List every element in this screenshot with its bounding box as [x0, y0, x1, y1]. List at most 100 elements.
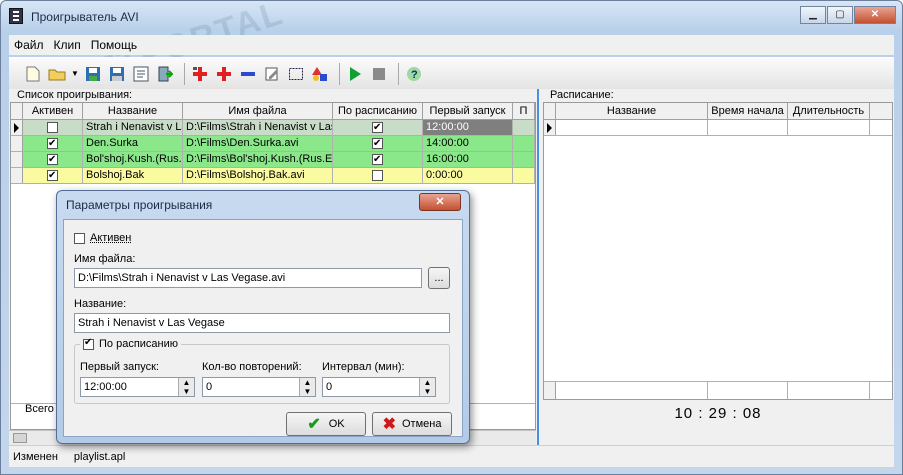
- scheduled-checkbox[interactable]: [372, 120, 383, 135]
- active-checkbox[interactable]: [47, 168, 58, 183]
- row-indicator: [11, 136, 23, 151]
- repeat-count-label: Кол-во повторений:: [202, 361, 302, 373]
- name-cell: Bolshoj.Bak: [83, 168, 183, 183]
- active-checkbox[interactable]: [47, 121, 58, 133]
- edit-icon[interactable]: [262, 64, 282, 84]
- save-as-icon[interactable]: [107, 64, 127, 84]
- col-schedule-name[interactable]: Название: [556, 103, 708, 119]
- row-indicator-header: [11, 103, 23, 119]
- stop-icon[interactable]: [369, 64, 389, 84]
- scheduled-cell[interactable]: [333, 152, 423, 167]
- save-icon[interactable]: [83, 64, 103, 84]
- active-cell[interactable]: [23, 120, 83, 135]
- dropdown-arrow-icon[interactable]: ▼: [71, 64, 79, 84]
- filename-cell: D:\Films\Bol'shoj.Kush.(Rus.En: [183, 152, 333, 167]
- scroll-thumb[interactable]: [13, 433, 27, 443]
- name-cell: Strah i Nenavist v La: [83, 120, 183, 135]
- filename-cell: D:\Films\Strah i Nenavist v Las: [183, 120, 333, 135]
- active-checkbox-row[interactable]: Активен: [74, 232, 131, 244]
- dialog-close-button[interactable]: ✕: [419, 193, 461, 211]
- status-state: Изменен: [13, 450, 58, 463]
- status-bar: Изменен playlist.apl: [9, 445, 894, 467]
- scheduled-cell[interactable]: [333, 136, 423, 151]
- shapes-icon[interactable]: [310, 64, 330, 84]
- scheduled-checkbox[interactable]: [83, 337, 94, 350]
- add-clip-icon[interactable]: [190, 64, 210, 84]
- name-label: Название:: [74, 298, 127, 310]
- clock-display: 10 : 29 : 08: [674, 405, 762, 422]
- scheduled-cell[interactable]: [333, 120, 423, 135]
- playlist-row[interactable]: Strah i Nenavist v La D:\Films\Strah i Ne…: [11, 120, 535, 136]
- name-field[interactable]: Strah i Nenavist v Las Vegase: [74, 313, 450, 333]
- scheduled-checkbox[interactable]: [372, 136, 383, 151]
- help-icon[interactable]: ?: [404, 64, 424, 84]
- repeat-count-field[interactable]: 0 ▲ ▼: [202, 377, 316, 397]
- schedule-row[interactable]: [544, 120, 892, 136]
- row-indicator-header: [544, 103, 556, 119]
- first-run-cell: 14:00:00: [423, 136, 513, 151]
- filename-field[interactable]: D:\Films\Strah i Nenavist v Las Vegase.a…: [74, 268, 422, 288]
- scheduled-cell[interactable]: [333, 168, 423, 183]
- first-run-spinner[interactable]: ▲ ▼: [178, 378, 194, 396]
- schedule-label: Расписание:: [550, 89, 614, 101]
- cancel-button[interactable]: ✖ Отмена: [372, 412, 452, 436]
- col-scheduled[interactable]: По расписанию: [333, 103, 423, 119]
- active-checkbox[interactable]: [47, 136, 58, 151]
- extra-cell: [513, 136, 535, 151]
- scheduled-checkbox-row[interactable]: По расписанию: [80, 337, 182, 350]
- remove-icon[interactable]: [238, 64, 258, 84]
- repeat-count-spinner[interactable]: ▲ ▼: [299, 378, 315, 396]
- extra-cell: [513, 120, 535, 135]
- menu-help[interactable]: Помощь: [86, 38, 142, 52]
- current-row-indicator: [11, 120, 23, 135]
- active-cell[interactable]: [23, 136, 83, 151]
- active-cell[interactable]: [23, 168, 83, 183]
- schedule-grid[interactable]: Название Время начала Длительность: [543, 102, 893, 400]
- playback-params-dialog: Параметры проигрывания ✕ Активен Имя фай…: [56, 190, 470, 444]
- select-icon[interactable]: [286, 64, 306, 84]
- scheduled-label: По расписанию: [99, 338, 179, 350]
- cancel-label: Отмена: [401, 418, 442, 430]
- play-icon[interactable]: [345, 64, 365, 84]
- playlist-row[interactable]: Bol'shoj.Kush.(Rus.ED:\Films\Bol'shoj.Ku…: [11, 152, 535, 168]
- row-indicator: [11, 152, 23, 167]
- browse-button[interactable]: ...: [428, 267, 450, 289]
- active-cell[interactable]: [23, 152, 83, 167]
- status-file: playlist.apl: [73, 450, 126, 463]
- menu-file[interactable]: Файл: [9, 38, 49, 52]
- col-first-run[interactable]: Первый запуск: [423, 103, 513, 119]
- scheduled-checkbox[interactable]: [372, 169, 383, 181]
- active-checkbox[interactable]: [74, 232, 85, 244]
- col-filename[interactable]: Имя файла: [183, 103, 333, 119]
- col-duration[interactable]: Длительность: [788, 103, 870, 119]
- playlist-row[interactable]: Bolshoj.BakD:\Films\Bolshoj.Bak.avi 0:00:…: [11, 168, 535, 184]
- first-run-field[interactable]: 12:00:00 ▲ ▼: [80, 377, 195, 397]
- menu-clip[interactable]: Клип: [49, 38, 86, 52]
- toolbar-separator: [398, 62, 399, 85]
- open-folder-icon[interactable]: [47, 64, 67, 84]
- active-checkbox[interactable]: [47, 152, 58, 167]
- col-start-time[interactable]: Время начала: [708, 103, 788, 119]
- col-name[interactable]: Название: [83, 103, 183, 119]
- schedule-footer: [544, 381, 892, 399]
- col-more[interactable]: П: [513, 103, 535, 119]
- new-file-icon[interactable]: [23, 64, 43, 84]
- minimize-button[interactable]: ▁: [800, 6, 826, 24]
- add-icon[interactable]: [214, 64, 234, 84]
- properties-icon[interactable]: [131, 64, 151, 84]
- exit-icon[interactable]: [155, 64, 175, 84]
- first-run-label: Первый запуск:: [80, 361, 159, 373]
- toolbar-separator: [339, 62, 340, 85]
- name-cell: Den.Surka: [83, 136, 183, 151]
- interval-field[interactable]: 0 ▲ ▼: [322, 377, 436, 397]
- maximize-button[interactable]: ▢: [827, 6, 853, 24]
- film-icon: [9, 8, 23, 24]
- window-title: Проигрыватель AVI: [31, 10, 139, 24]
- col-active[interactable]: Активен: [23, 103, 83, 119]
- interval-spinner[interactable]: ▲ ▼: [419, 378, 435, 396]
- schedule-header: Название Время начала Длительность: [544, 103, 892, 120]
- scheduled-checkbox[interactable]: [372, 152, 383, 167]
- close-button[interactable]: ✕: [854, 6, 896, 24]
- ok-button[interactable]: ✔ OK: [286, 412, 366, 436]
- playlist-row[interactable]: Den.SurkaD:\Films\Den.Surka.avi 14:00:00: [11, 136, 535, 152]
